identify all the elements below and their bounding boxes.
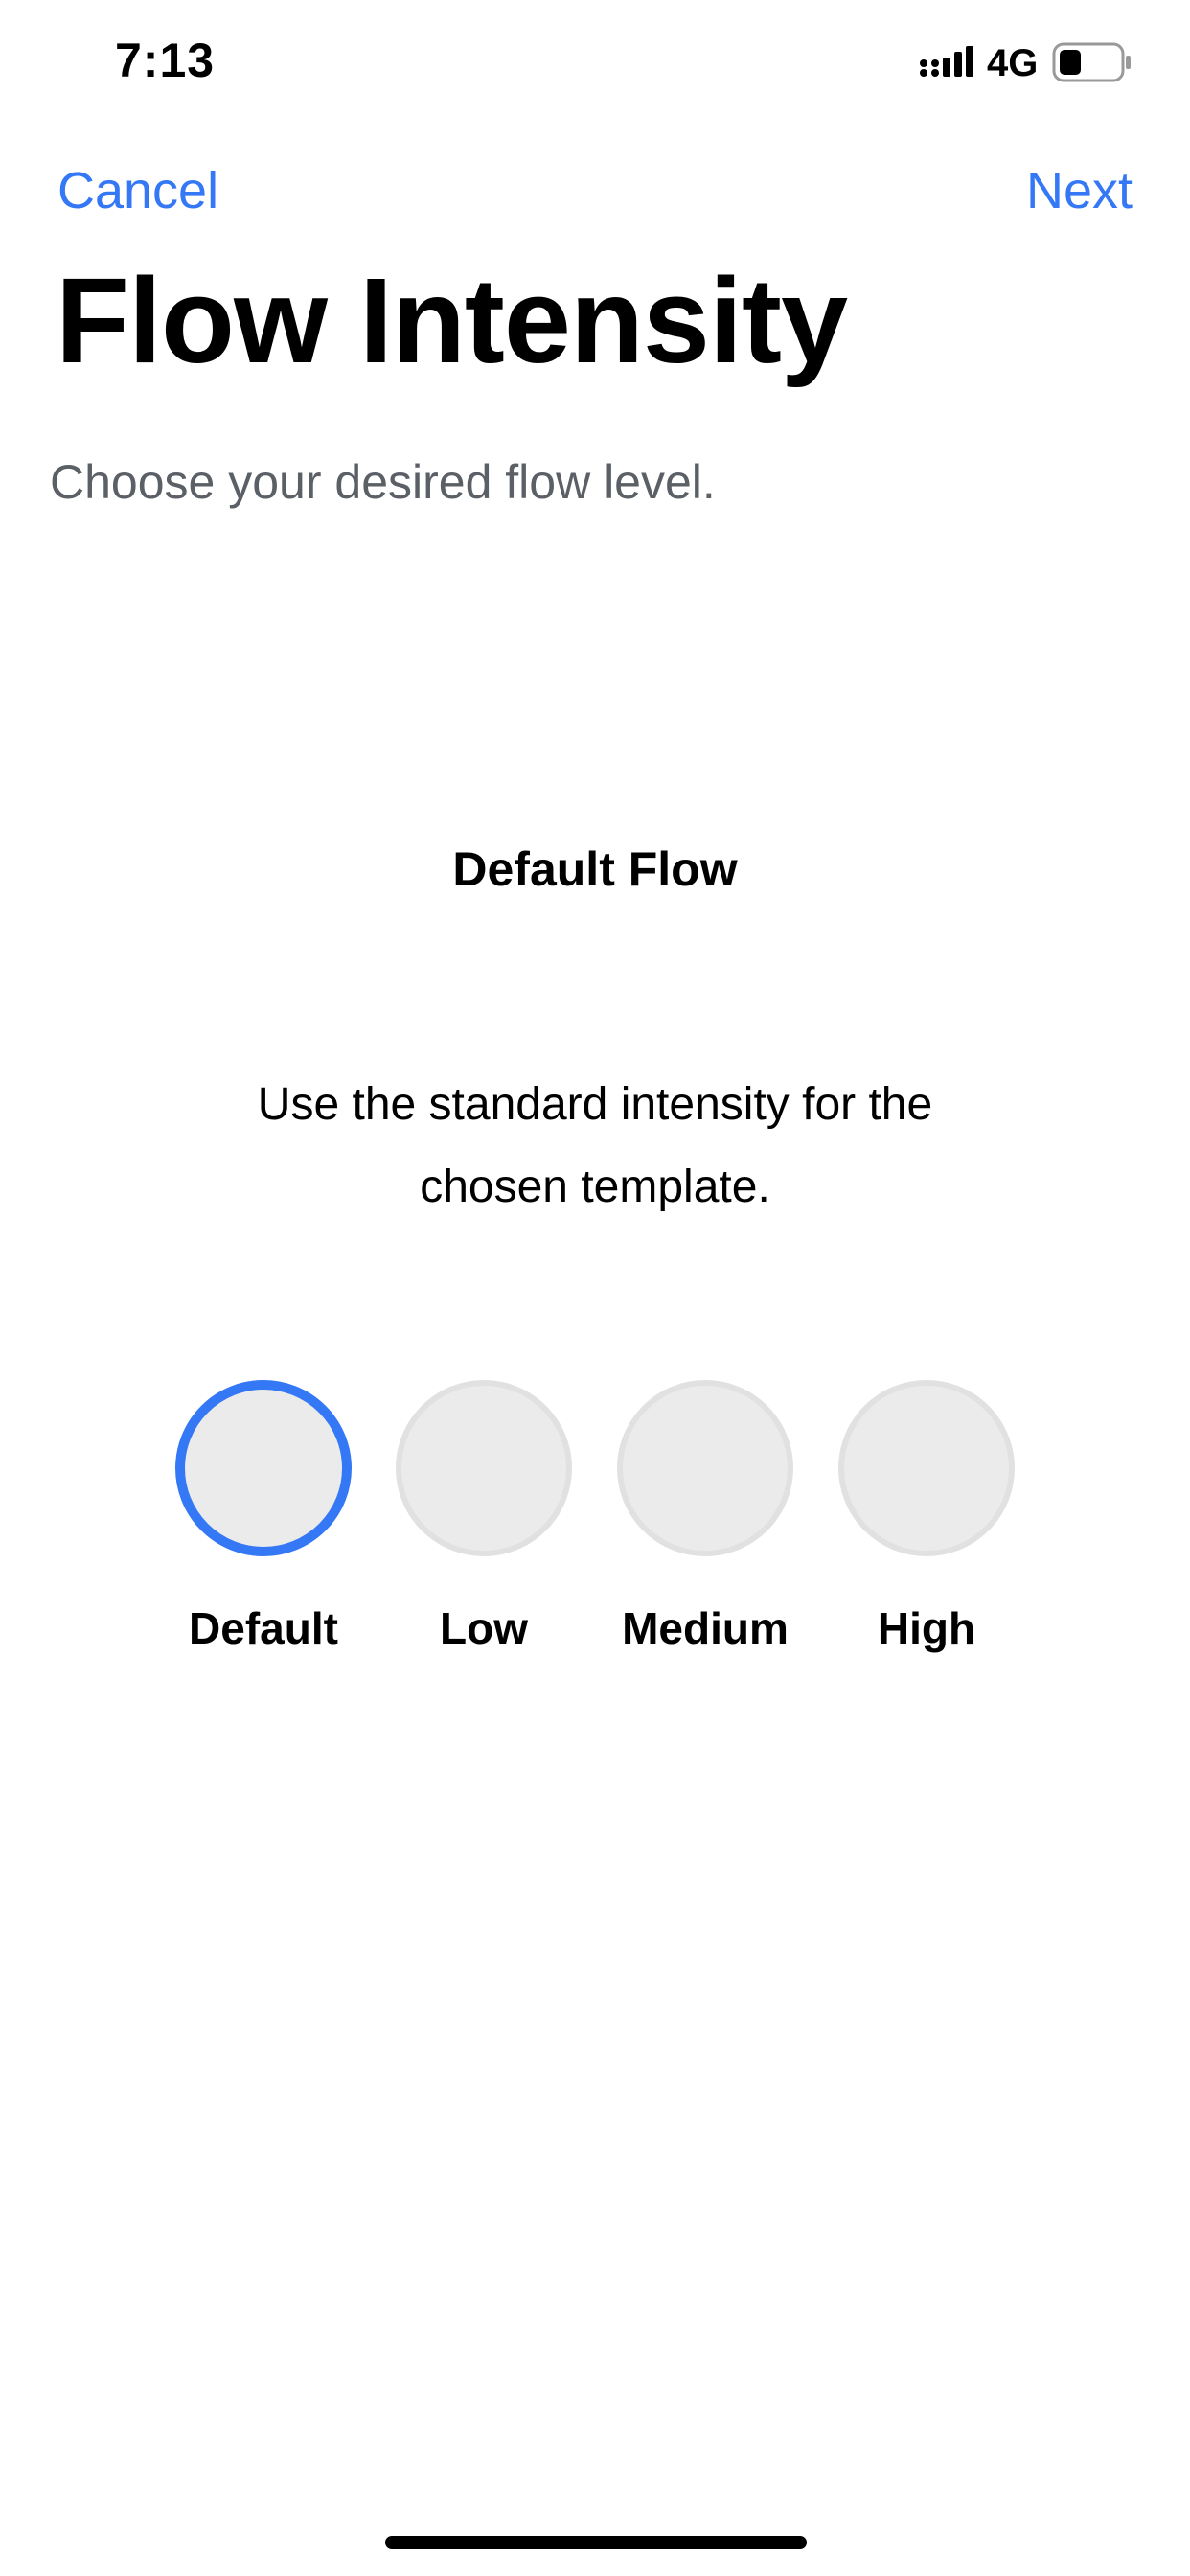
flow-level-options: Default Low Medium High	[0, 1380, 1190, 1687]
page-subtitle: Choose your desired flow level.	[50, 455, 716, 509]
selected-option-description: Use the standard intensity for the chose…	[257, 1079, 933, 1212]
status-time: 7:13	[115, 34, 216, 87]
battery-icon	[1052, 42, 1131, 82]
status-bar: 7:13 4G	[0, 0, 1190, 126]
option-low-circle[interactable]	[396, 1380, 572, 1556]
option-high-label: High	[877, 1603, 976, 1653]
cancel-button[interactable]: Cancel	[57, 161, 218, 220]
option-high-circle[interactable]	[838, 1380, 1015, 1556]
home-indicator[interactable]	[385, 2536, 807, 2549]
selected-option-heading: Default Flow	[452, 842, 738, 896]
option-low[interactable]: Low	[369, 1380, 599, 1687]
option-medium-label: Medium	[622, 1603, 789, 1653]
option-default-label: Default	[189, 1603, 338, 1653]
signal-icon	[920, 46, 973, 77]
option-high[interactable]: High	[812, 1380, 1041, 1687]
next-button[interactable]: Next	[1026, 161, 1133, 220]
option-default[interactable]: Default	[149, 1380, 378, 1687]
option-default-circle[interactable]	[175, 1380, 352, 1556]
option-low-label: Low	[440, 1603, 528, 1653]
option-medium[interactable]: Medium	[590, 1380, 820, 1687]
option-medium-circle[interactable]	[617, 1380, 793, 1556]
page-title: Flow Intensity	[56, 253, 848, 388]
network-type: 4G	[987, 42, 1039, 84]
